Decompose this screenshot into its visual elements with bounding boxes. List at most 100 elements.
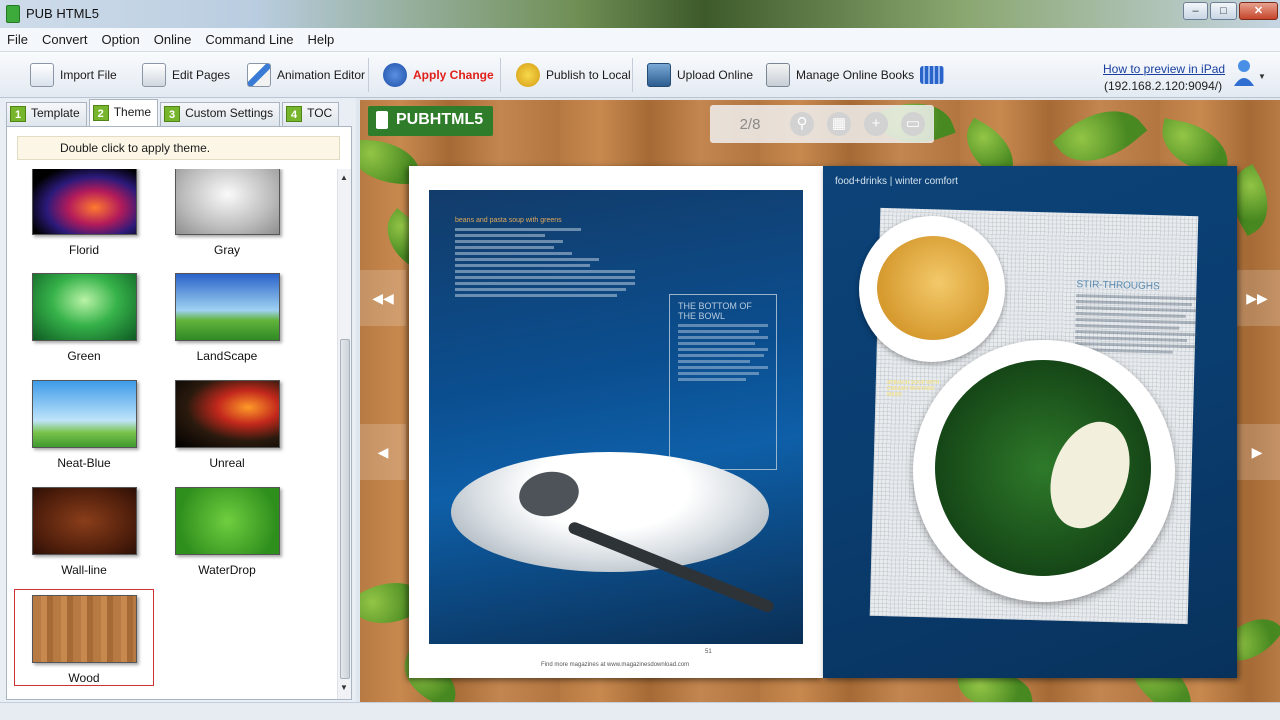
thumbnails-icon[interactable]: ▦: [827, 112, 851, 136]
theme-florid[interactable]: Florid: [14, 169, 154, 257]
theme-label: Wood: [68, 671, 100, 685]
toolbar-separator: [632, 58, 633, 92]
import-file-icon: [30, 63, 54, 87]
tab-label: Template: [31, 106, 80, 120]
tab-number: 2: [92, 105, 109, 121]
zoom-in-icon[interactable]: +: [864, 112, 888, 136]
theme-label: Unreal: [209, 456, 245, 470]
theme-gallery: Florid Gray Green LandScape Neat-Blue Un…: [7, 169, 335, 699]
close-button[interactable]: ✕: [1239, 2, 1278, 20]
upload-online-label: Upload Online: [677, 68, 754, 82]
theme-label: Gray: [213, 243, 240, 257]
user-icon[interactable]: [1233, 58, 1255, 88]
user-dropdown-icon[interactable]: ▼: [1258, 72, 1266, 81]
scroll-thumb[interactable]: [340, 339, 350, 679]
ipad-preview-link[interactable]: How to preview in iPad: [1103, 62, 1225, 76]
scroll-down-icon[interactable]: ▼: [340, 683, 348, 692]
tab-custom-settings[interactable]: 3 Custom Settings: [160, 102, 281, 126]
spinach-soup: [935, 360, 1151, 576]
panel-tabs: 1 Template 2 Theme 3 Custom Settings 4 T…: [6, 99, 340, 126]
menu-online[interactable]: Online: [147, 28, 199, 51]
recipe-title: beans and pasta soup with greens: [455, 217, 562, 224]
animation-editor-icon: [247, 63, 271, 87]
gallery-scrollbar[interactable]: ▲ ▼: [337, 169, 351, 699]
theme-label: LandScape: [196, 349, 258, 363]
manage-books-icon: [766, 63, 790, 87]
theme-wall-line[interactable]: Wall-line: [14, 487, 154, 577]
menu-help[interactable]: Help: [301, 28, 342, 51]
edit-pages-label: Edit Pages: [172, 68, 231, 82]
right-page[interactable]: food+drinks | winter comfort STIR-THROUG…: [823, 166, 1237, 678]
menu-option[interactable]: Option: [94, 28, 146, 51]
theme-landscape[interactable]: LandScape: [157, 273, 297, 363]
theme-thumbnail: [174, 380, 280, 448]
theme-gray[interactable]: Gray: [157, 169, 297, 257]
theme-thumbnail: [174, 487, 280, 555]
fullscreen-icon[interactable]: ▭: [901, 112, 925, 136]
maximize-button[interactable]: □: [1210, 2, 1237, 20]
tab-template[interactable]: 1 Template: [6, 102, 87, 126]
tab-label: Theme: [113, 105, 152, 119]
prev-page-icon[interactable]: ◀: [360, 424, 406, 480]
left-page[interactable]: beans and pasta soup with greens THE BOT…: [409, 166, 823, 678]
left-panel: 1 Template 2 Theme 3 Custom Settings 4 T…: [0, 98, 356, 704]
white-bowl: [451, 452, 769, 572]
tab-label: Custom Settings: [185, 106, 274, 120]
toolbar-separator: [368, 58, 369, 92]
search-icon[interactable]: ⚲: [790, 112, 814, 136]
theme-tab-body: Double click to apply theme. Florid Gray…: [6, 126, 352, 700]
app-icon: [6, 5, 20, 23]
import-file-label: Import File: [60, 68, 117, 82]
menu-command-line[interactable]: Command Line: [198, 28, 300, 51]
section-header: food+drinks | winter comfort: [835, 176, 958, 187]
theme-wood[interactable]: Wood: [14, 589, 154, 686]
theme-label: Neat-Blue: [57, 456, 111, 470]
edit-pages-icon: [142, 63, 166, 87]
animation-editor-button[interactable]: Animation Editor: [243, 59, 369, 91]
page-number: 51: [705, 649, 712, 655]
keyboard-icon: [920, 66, 944, 84]
theme-unreal[interactable]: Unreal: [157, 380, 297, 470]
import-file-button[interactable]: Import File: [26, 59, 121, 91]
tab-toc[interactable]: 4 TOC: [282, 102, 340, 126]
brand-name: PUBHTML5: [396, 111, 484, 128]
publish-local-icon: [516, 63, 540, 87]
tab-label: TOC: [307, 106, 333, 120]
menu-convert[interactable]: Convert: [35, 28, 95, 51]
theme-neat-blue[interactable]: Neat-Blue: [14, 380, 154, 470]
toolbar: Import File Edit Pages Animation Editor …: [0, 52, 1280, 98]
first-page-icon[interactable]: ◀◀: [360, 270, 406, 326]
theme-waterdrop[interactable]: WaterDrop: [157, 487, 297, 577]
viewer-toolbar: 2/8 ⚲ ▦ + ▭: [710, 105, 934, 143]
keyboard-icon-button[interactable]: [916, 59, 948, 91]
photo-caption: SPINACH SOUP WITH CREAMY MUSTARD MASH: [887, 380, 940, 398]
theme-thumbnail: [174, 273, 280, 341]
minimize-button[interactable]: –: [1183, 2, 1208, 20]
apply-theme-hint: Double click to apply theme.: [17, 136, 340, 160]
apply-change-button[interactable]: Apply Change: [379, 59, 498, 91]
manage-online-books-button[interactable]: Manage Online Books: [762, 59, 918, 91]
menu-bar: File Convert Option Online Command Line Help: [0, 28, 1280, 52]
tab-theme[interactable]: 2 Theme: [88, 99, 159, 126]
left-page-photo: beans and pasta soup with greens THE BOT…: [429, 190, 803, 644]
box-title: THE BOTTOM OF THE BOWL: [678, 301, 752, 321]
sidebar-title: STIR-THROUGHS: [1076, 279, 1160, 293]
menu-file[interactable]: File: [0, 28, 35, 51]
scroll-up-icon[interactable]: ▲: [340, 173, 348, 182]
upload-online-button[interactable]: Upload Online: [643, 59, 757, 91]
theme-green[interactable]: Green: [14, 273, 154, 363]
publish-local-button[interactable]: Publish to Local: [512, 59, 635, 91]
flipbook[interactable]: beans and pasta soup with greens THE BOT…: [409, 166, 1249, 678]
toolbar-separator: [500, 58, 501, 92]
edit-pages-button[interactable]: Edit Pages: [138, 59, 234, 91]
theme-label: Green: [67, 349, 101, 363]
small-bowl: [859, 216, 1005, 362]
theme-thumbnail: [31, 273, 137, 341]
tab-number: 4: [286, 106, 303, 122]
window-title: PUB HTML5: [26, 6, 99, 21]
book-logo-icon: [376, 111, 388, 129]
status-bar: [0, 702, 1280, 720]
stir-throughs-text: STIR-THROUGHS: [1074, 279, 1199, 357]
apply-change-icon: [383, 63, 407, 87]
apply-change-label: Apply Change: [413, 68, 494, 82]
